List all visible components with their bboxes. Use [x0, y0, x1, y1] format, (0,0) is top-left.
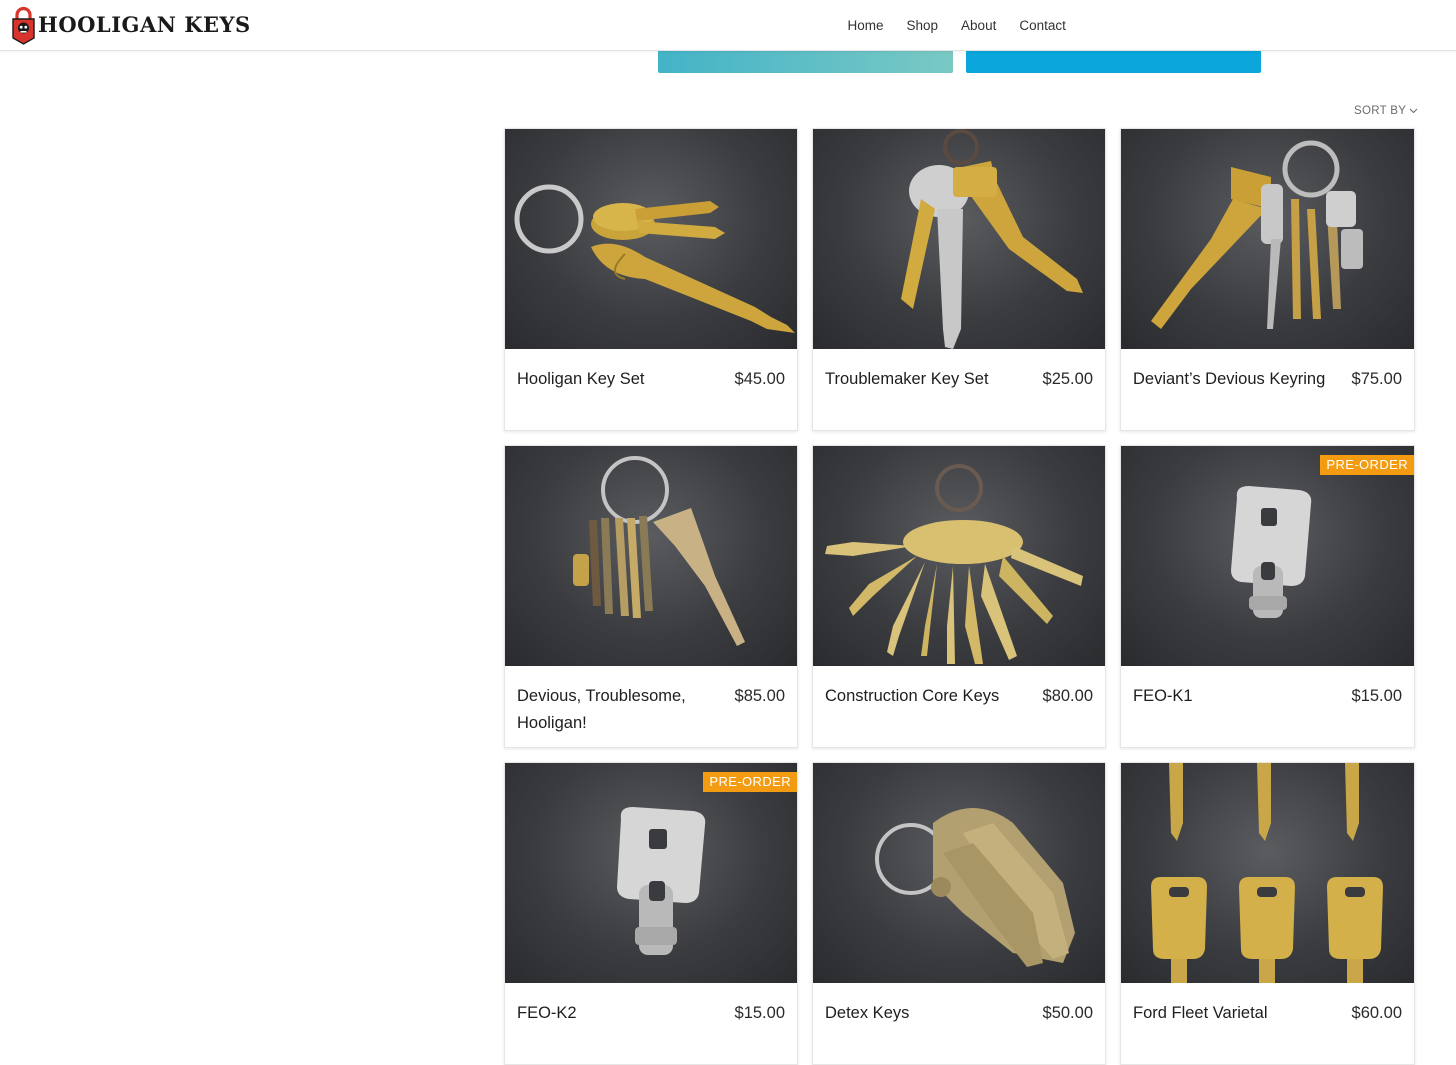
product-price: $75.00	[1351, 370, 1402, 388]
padlock-logo-icon	[10, 5, 37, 45]
product-price: $15.00	[734, 1004, 785, 1022]
category-button-right[interactable]	[966, 51, 1261, 73]
product-name[interactable]: Hooligan Key Set	[517, 366, 645, 393]
product-price: $85.00	[734, 687, 785, 705]
product-image[interactable]	[1121, 129, 1414, 349]
site-header: HOOLIGAN KEYS Home Shop About Contact	[0, 0, 1456, 51]
product-card[interactable]: Troublemaker Key Set $25.00	[812, 128, 1106, 431]
product-price: $60.00	[1351, 1004, 1402, 1022]
product-card[interactable]: Deviant’s Devious Keyring $75.00	[1120, 128, 1415, 431]
nav-about[interactable]: About	[950, 18, 1008, 33]
product-price: $25.00	[1042, 370, 1093, 388]
product-card[interactable]: Hooligan Key Set $45.00	[504, 128, 798, 431]
product-grid: Hooligan Key Set $45.00 Troublemaker Key…	[504, 128, 1415, 1065]
product-price: $50.00	[1042, 1004, 1093, 1022]
product-card[interactable]: PRE-ORDER FEO-K1 $15.00	[1120, 445, 1415, 748]
product-image[interactable]	[505, 446, 797, 666]
product-info: Hooligan Key Set $45.00	[505, 349, 797, 393]
product-name[interactable]: Ford Fleet Varietal	[1133, 1000, 1268, 1027]
product-image[interactable]: PRE-ORDER	[1121, 446, 1414, 666]
product-name[interactable]: Devious, Troublesome, Hooligan!	[517, 683, 717, 737]
product-card[interactable]: Ford Fleet Varietal $60.00	[1120, 762, 1415, 1065]
sort-by-label: SORT BY	[1354, 105, 1407, 117]
category-button-left[interactable]	[658, 51, 953, 73]
preorder-badge: PRE-ORDER	[1320, 455, 1414, 475]
product-info: Ford Fleet Varietal $60.00	[1121, 983, 1414, 1027]
product-info: Construction Core Keys $80.00	[813, 666, 1105, 710]
chevron-down-icon	[1409, 105, 1418, 117]
product-card[interactable]: Detex Keys $50.00	[812, 762, 1106, 1065]
product-image[interactable]	[813, 763, 1105, 983]
product-name[interactable]: FEO-K1	[1133, 683, 1193, 710]
product-name[interactable]: Detex Keys	[825, 1000, 909, 1027]
product-name[interactable]: Troublemaker Key Set	[825, 366, 989, 393]
product-info: Devious, Troublesome, Hooligan! $85.00	[505, 666, 797, 737]
product-info: Detex Keys $50.00	[813, 983, 1105, 1027]
product-info: FEO-K1 $15.00	[1121, 666, 1414, 710]
product-info: Troublemaker Key Set $25.00	[813, 349, 1105, 393]
nav-contact[interactable]: Contact	[1008, 18, 1078, 33]
sort-by-dropdown[interactable]: SORT BY	[1354, 105, 1418, 117]
product-name[interactable]: FEO-K2	[517, 1000, 577, 1027]
nav-home[interactable]: Home	[836, 18, 895, 33]
product-price: $45.00	[734, 370, 785, 388]
product-image[interactable]	[813, 129, 1105, 349]
product-name[interactable]: Construction Core Keys	[825, 683, 999, 710]
product-card[interactable]: Construction Core Keys $80.00	[812, 445, 1106, 748]
logo[interactable]: HOOLIGAN KEYS	[10, 5, 251, 45]
product-name[interactable]: Deviant’s Devious Keyring	[1133, 366, 1325, 393]
logo-text: HOOLIGAN KEYS	[38, 12, 251, 37]
product-card[interactable]: Devious, Troublesome, Hooligan! $85.00	[504, 445, 798, 748]
main-nav: Home Shop About Contact	[836, 0, 1077, 51]
preorder-badge: PRE-ORDER	[703, 772, 797, 792]
product-image[interactable]	[505, 129, 797, 349]
product-price: $15.00	[1351, 687, 1402, 705]
nav-shop[interactable]: Shop	[895, 18, 950, 33]
product-image[interactable]: PRE-ORDER	[505, 763, 797, 983]
product-image[interactable]	[1121, 763, 1414, 983]
product-info: FEO-K2 $15.00	[505, 983, 797, 1027]
product-card[interactable]: PRE-ORDER FEO-K2 $15.00	[504, 762, 798, 1065]
product-info: Deviant’s Devious Keyring $75.00	[1121, 349, 1414, 393]
product-price: $80.00	[1042, 687, 1093, 705]
product-image[interactable]	[813, 446, 1105, 666]
